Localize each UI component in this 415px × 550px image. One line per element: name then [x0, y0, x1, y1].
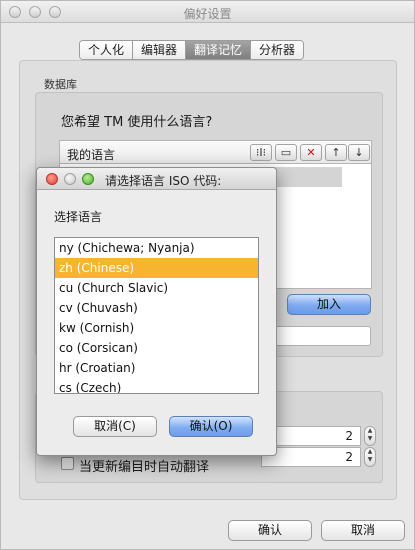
tab-analyzer[interactable]: 分析器 [251, 41, 304, 59]
language-question: 您希望 TM 使用什么语言? [61, 115, 213, 130]
language-list-item[interactable]: cu (Church Slavic) [55, 278, 258, 298]
my-languages-header: 我的语言 ⁝I⁝ ▭ ✕ ↑ ↓ [59, 140, 372, 164]
language-list-item[interactable]: cv (Chuvash) [55, 298, 258, 318]
title-bar: 偏好设置 [1, 1, 414, 23]
dialog-cancel-button[interactable]: 取消(C) [73, 416, 157, 437]
cancel-button[interactable]: 取消 [321, 520, 405, 541]
move-down-icon[interactable]: ↓ [348, 144, 370, 161]
dialog-title: 请选择语言 ISO 代码: [105, 174, 222, 188]
auto-translate-label: 当更新编目时自动翻译 [79, 460, 210, 475]
language-list[interactable]: ny (Chichewa; Nyanja) zh (Chinese) cu (C… [54, 237, 259, 394]
edit-icon[interactable]: ⁝I⁝ [250, 144, 272, 161]
language-list-item[interactable]: ny (Chichewa; Nyanja) [55, 238, 258, 258]
language-list-item[interactable]: co (Corsican) [55, 338, 258, 358]
window-title: 偏好设置 [183, 7, 232, 21]
database-group-label: 数据库 [44, 78, 77, 91]
language-list-item[interactable]: kw (Cornish) [55, 318, 258, 338]
dialog-zoom-icon[interactable] [82, 173, 94, 185]
delete-icon[interactable]: ✕ [300, 144, 322, 161]
select-language-label: 选择语言 [54, 210, 103, 224]
ok-button[interactable]: 确认 [228, 520, 312, 541]
move-up-icon[interactable]: ↑ [325, 144, 347, 161]
dialog-close-icon[interactable] [46, 173, 58, 185]
stepper-2[interactable]: ▲ ▼ [364, 447, 376, 467]
stepper-1[interactable]: ▲ ▼ [364, 426, 376, 446]
language-list-item[interactable]: cs (Czech) [55, 378, 258, 393]
tab-translation-memory[interactable]: 翻译记忆 [186, 41, 252, 59]
clipboard-icon[interactable]: ▭ [275, 144, 297, 161]
tab-bar: 个人化 编辑器 翻译记忆 分析器 [79, 40, 305, 60]
tab-editor[interactable]: 编辑器 [133, 41, 187, 59]
dialog-ok-button[interactable]: 确认(O) [169, 416, 253, 437]
add-button[interactable]: 加入 [287, 294, 371, 315]
dialog-minimize-icon[interactable] [64, 173, 76, 185]
auto-translate-checkbox[interactable] [61, 457, 74, 470]
dialog-title-bar: 请选择语言 ISO 代码: [37, 168, 276, 190]
language-dialog: 请选择语言 ISO 代码: 选择语言 ny (Chichewa; Nyanja)… [36, 167, 277, 456]
tab-personalize[interactable]: 个人化 [80, 41, 134, 59]
language-list-item[interactable]: hr (Croatian) [55, 358, 258, 378]
language-list-item-selected[interactable]: zh (Chinese) [55, 258, 258, 278]
my-languages-label: 我的语言 [67, 148, 116, 162]
